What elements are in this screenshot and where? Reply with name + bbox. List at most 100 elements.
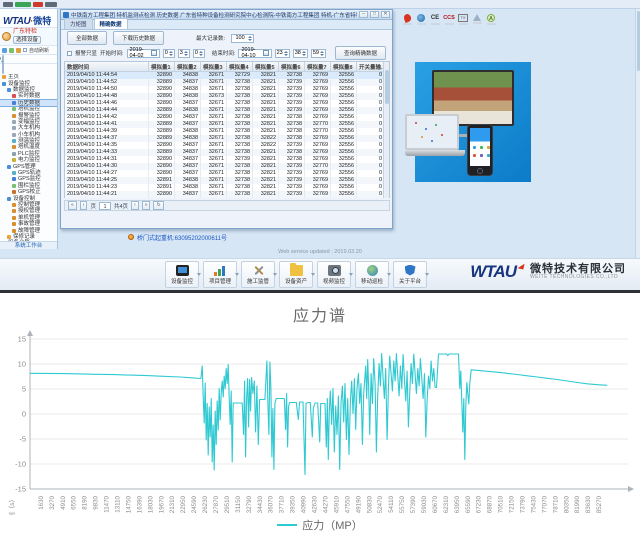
minimize-button[interactable]: ─ [359, 11, 368, 18]
table-row[interactable]: 2019/04/10 11:44:46328903483732671327383… [65, 100, 389, 107]
toolbar-button-项目管理[interactable]: 项目管理 [203, 261, 237, 288]
svg-text:52470: 52470 [377, 495, 384, 513]
dropdown-arrow-icon[interactable] [235, 273, 239, 276]
ccs-badge-icon: CCS [444, 14, 454, 25]
dropdown-arrow-icon[interactable] [197, 273, 201, 276]
badge-caption [403, 23, 412, 25]
search-input[interactable] [2, 55, 4, 74]
table-row[interactable]: 2019/04/10 11:44:35328903483732671327383… [65, 142, 389, 149]
next-page-button[interactable]: › [131, 201, 139, 210]
start-hour-spinner[interactable]: 0 [163, 49, 175, 58]
toolbar-button-施工监管[interactable]: 施工监管 [241, 261, 275, 288]
column-header[interactable]: 模拟量5 [253, 62, 279, 71]
table-row[interactable]: 2019/04/10 11:44:42328903483732671327383… [65, 114, 389, 121]
cell-value: 32769 [305, 107, 331, 114]
alarm-only-checkbox[interactable] [67, 51, 72, 56]
query-precise-data-button[interactable]: 查询精确数据 [335, 46, 386, 60]
dropdown-arrow-icon[interactable] [273, 273, 277, 276]
cell-time: 2019/04/10 11:44:30 [65, 163, 149, 170]
start-date-input[interactable]: 2019-04-02 [127, 49, 160, 58]
svg-text:37710: 37710 [279, 495, 286, 513]
refresh-icon[interactable] [2, 48, 7, 53]
calendar-icon[interactable] [151, 50, 157, 56]
tab-moment-chart[interactable]: 力矩图 [64, 18, 93, 29]
column-header[interactable]: 模拟量1 [149, 62, 175, 71]
column-header[interactable]: 模拟量2 [175, 62, 201, 71]
cell-value: 34837 [175, 79, 201, 86]
table-row[interactable]: 2019/04/10 11:44:50328903483832671327383… [65, 86, 389, 93]
cell-value: 0 [357, 100, 385, 107]
auto-refresh-checkbox[interactable] [23, 48, 27, 52]
prev-page-button[interactable]: ‹ [80, 201, 88, 210]
svg-text:63950: 63950 [454, 495, 461, 513]
dropdown-arrow-icon[interactable] [425, 273, 429, 276]
cell-value: 32738 [227, 149, 253, 156]
cell-value: 32769 [305, 72, 331, 79]
column-header[interactable]: 模拟量6 [279, 62, 305, 71]
refresh-button[interactable]: ↻ [153, 201, 163, 210]
cell-value: 32821 [253, 107, 279, 114]
table-row[interactable]: 2019/04/10 11:44:44328893483832671327383… [65, 107, 389, 114]
toolbar-button-视频监控[interactable]: 视频监控 [317, 261, 351, 288]
select-device-button[interactable]: 选择设备 [13, 36, 41, 44]
table-row[interactable]: 2019/04/10 11:44:41328893483732671327383… [65, 121, 389, 128]
end-hour-spinner[interactable]: 23 [275, 49, 290, 58]
column-header[interactable]: 模拟量4 [227, 62, 253, 71]
table-row[interactable]: 2019/04/10 11:44:39328893483832671327383… [65, 128, 389, 135]
dropdown-arrow-icon[interactable] [311, 273, 315, 276]
table-row[interactable]: 2019/04/10 11:44:48328903483832673327383… [65, 93, 389, 100]
cell-value: 0 [357, 79, 385, 86]
calendar-icon[interactable] [263, 50, 269, 56]
page-number-input[interactable]: 1 [99, 202, 111, 210]
dropdown-arrow-icon[interactable] [349, 273, 353, 276]
toolbar-button-设备监控[interactable]: 设备监控 [165, 261, 199, 288]
table-row[interactable]: 2019/04/10 11:44:37328893483832671327383… [65, 135, 389, 142]
start-second-spinner[interactable]: 0 [193, 49, 205, 58]
column-header[interactable]: 模拟量3 [201, 62, 227, 71]
table-row[interactable]: 2019/04/10 11:44:52328893483732671327383… [65, 79, 389, 86]
tree-item-icon [12, 145, 16, 149]
all-data-button[interactable]: 全部数据 [67, 31, 107, 45]
dropdown-arrow-icon[interactable] [387, 273, 391, 276]
end-minute-spinner[interactable]: 38 [293, 49, 308, 58]
close-button[interactable]: ✕ [381, 11, 390, 18]
sidebar-footer[interactable]: 系统工作台 [0, 241, 57, 249]
table-row[interactable]: 2019/04/10 11:44:23328913483832671327383… [65, 184, 389, 191]
last-page-button[interactable]: » [142, 201, 151, 210]
column-header[interactable]: 数据时间 [65, 62, 149, 71]
cell-time: 2019/04/10 11:44:21 [65, 191, 149, 198]
table-row[interactable]: 2019/04/10 11:44:30328903483732671327383… [65, 163, 389, 170]
crane-link[interactable]: 桥门式起重机:63095202000611号 [137, 233, 227, 242]
tree-item-label: 塔机温度 [18, 144, 40, 150]
toolbar-button-移动巡检[interactable]: 移动巡检 [355, 261, 389, 288]
max-records-spinner[interactable]: 100 [231, 34, 254, 43]
tree-item-icon [12, 133, 16, 137]
column-header[interactable]: 开关量输... [357, 62, 385, 71]
svg-text:22950: 22950 [180, 495, 187, 513]
start-minute-spinner[interactable]: 3 [178, 49, 190, 58]
download-history-button[interactable]: 下载历史数据 [113, 31, 164, 45]
toolbar-button-设备资产[interactable]: 设备资产 [279, 261, 313, 288]
app-scrollbar[interactable] [635, 9, 640, 258]
maximize-button[interactable]: □ [370, 11, 379, 18]
tab-precise-data[interactable]: 精确数据 [94, 18, 128, 29]
toolbar-button-关于平台[interactable]: 关于平台 [393, 261, 427, 288]
column-header[interactable]: 模拟量7 [305, 62, 331, 71]
table-row[interactable]: 2019/04/10 11:44:54328903483832671327293… [65, 72, 389, 79]
table-row[interactable]: 2019/04/10 11:44:25328913483832671327383… [65, 177, 389, 184]
table-row[interactable]: 2019/04/10 11:44:33328893483732671327383… [65, 149, 389, 156]
collapse-icon[interactable] [16, 48, 21, 53]
table-scrollbar[interactable] [383, 62, 389, 198]
end-second-spinner[interactable]: 59 [311, 49, 326, 58]
table-row[interactable]: 2019/04/10 11:44:21328903483732671327383… [65, 191, 389, 198]
first-page-button[interactable]: « [68, 201, 77, 210]
table-row[interactable]: 2019/04/10 11:44:27328903483732671327383… [65, 170, 389, 177]
cell-value: 32738 [227, 184, 253, 191]
expand-icon[interactable] [9, 48, 14, 53]
column-header[interactable]: 模拟量8 [331, 62, 357, 71]
legend-label: 应力（MP） [302, 517, 363, 533]
svg-text:29510: 29510 [224, 495, 231, 513]
end-date-input[interactable]: 2019-04-10 [238, 49, 271, 58]
table-row[interactable]: 2019/04/10 11:44:31328903483732671327393… [65, 156, 389, 163]
cell-value: 32769 [305, 86, 331, 93]
